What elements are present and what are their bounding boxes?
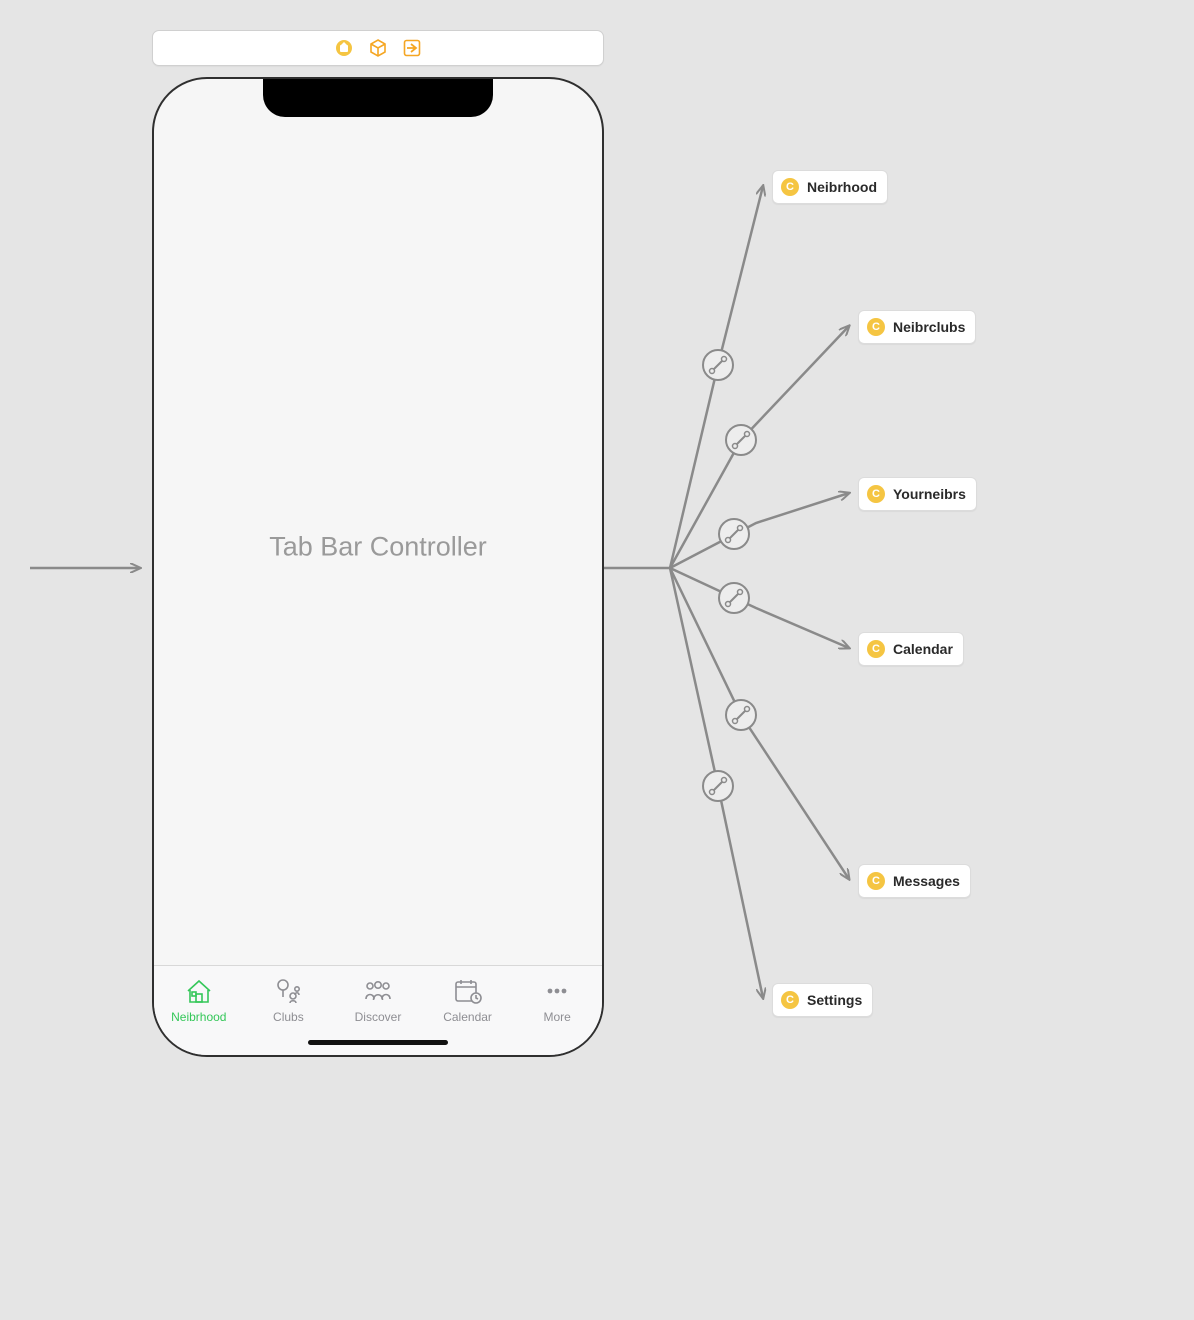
tree-people-icon	[268, 976, 308, 1006]
controller-badge-icon: C	[867, 485, 885, 503]
tab-neibrhood[interactable]: Neibrhood	[159, 976, 239, 1024]
destination-messages[interactable]: C Messages	[858, 864, 971, 898]
destination-settings[interactable]: C Settings	[772, 983, 873, 1017]
controller-badge-icon: C	[781, 178, 799, 196]
destination-label: Neibrhood	[807, 179, 877, 195]
more-dots-icon	[537, 976, 577, 1006]
destination-label: Neibrclubs	[893, 319, 965, 335]
destination-label: Messages	[893, 873, 960, 889]
destination-yourneibrs[interactable]: C Yourneibrs	[858, 477, 977, 511]
cube-icon[interactable]	[369, 39, 387, 57]
calendar-clock-icon	[448, 976, 488, 1006]
tab-more[interactable]: More	[517, 976, 597, 1024]
destination-label: Settings	[807, 992, 862, 1008]
tab-label: Calendar	[443, 1010, 492, 1024]
destination-label: Yourneibrs	[893, 486, 966, 502]
destination-label: Calendar	[893, 641, 953, 657]
storyboard-scene-icon[interactable]	[335, 39, 353, 57]
destination-calendar[interactable]: C Calendar	[858, 632, 964, 666]
tab-label: Clubs	[273, 1010, 304, 1024]
controller-badge-icon: C	[867, 872, 885, 890]
storyboard-canvas: Tab Bar Controller Neibrhood	[0, 0, 1194, 1320]
controller-badge-icon: C	[867, 318, 885, 336]
tab-label: More	[544, 1010, 571, 1024]
scene-toolbar[interactable]	[152, 30, 604, 66]
destination-neibrclubs[interactable]: C Neibrclubs	[858, 310, 976, 344]
tab-calendar[interactable]: Calendar	[428, 976, 508, 1024]
controller-title: Tab Bar Controller	[154, 532, 602, 563]
destination-neibrhood[interactable]: C Neibrhood	[772, 170, 888, 204]
people-group-icon	[358, 976, 398, 1006]
tab-label: Discover	[355, 1010, 402, 1024]
tab-discover[interactable]: Discover	[338, 976, 418, 1024]
home-indicator	[308, 1040, 448, 1045]
device-screen: Tab Bar Controller Neibrhood	[154, 79, 602, 1055]
tab-label: Neibrhood	[171, 1010, 226, 1024]
device-frame: Tab Bar Controller Neibrhood	[152, 77, 604, 1057]
tab-clubs[interactable]: Clubs	[248, 976, 328, 1024]
controller-badge-icon: C	[781, 991, 799, 1009]
house-icon	[179, 976, 219, 1006]
controller-badge-icon: C	[867, 640, 885, 658]
segue-exit-icon[interactable]	[403, 39, 421, 57]
